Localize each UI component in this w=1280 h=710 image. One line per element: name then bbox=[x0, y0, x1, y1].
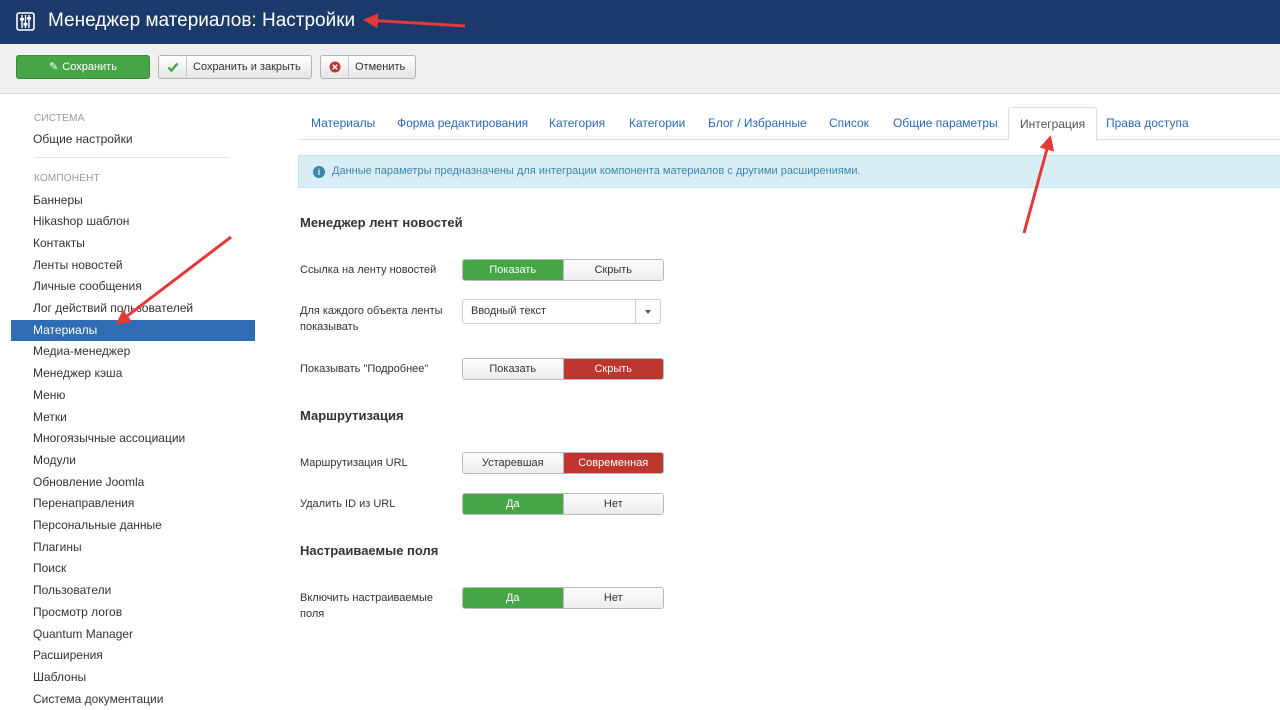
url-routing-legacy[interactable]: Устаревшая bbox=[463, 453, 563, 473]
chevron-down-icon[interactable] bbox=[635, 300, 660, 323]
sidebar-item[interactable]: Меню bbox=[11, 385, 255, 406]
tab-articles[interactable]: Материалы bbox=[311, 107, 375, 140]
tab-shared[interactable]: Общие параметры bbox=[893, 107, 998, 140]
sidebar-item[interactable]: Медиа-менеджер bbox=[11, 341, 255, 362]
readmore-hide[interactable]: Скрыть bbox=[562, 359, 663, 379]
sidebar-item[interactable]: Система документации bbox=[11, 689, 255, 710]
info-alert-text: Данные параметры предназначены для интег… bbox=[332, 165, 861, 177]
sidebar-item[interactable]: Шаблоны bbox=[11, 667, 255, 688]
sidebar-item[interactable]: Метки bbox=[11, 407, 255, 428]
cancel-button[interactable]: Отменить bbox=[320, 55, 416, 79]
sidebar-heading-component: КОМПОНЕНТ bbox=[34, 173, 100, 184]
sidebar-divider bbox=[34, 157, 230, 158]
field-label-enable-fields: Включить настраиваемые поля bbox=[300, 592, 434, 620]
save-close-button[interactable]: Сохранить и закрыть bbox=[158, 55, 312, 79]
sidebar-item[interactable]: Модули bbox=[11, 450, 255, 471]
sidebar-item[interactable]: Персональные данные bbox=[11, 515, 255, 536]
enable-fields-toggle: Да Нет bbox=[462, 587, 664, 609]
page-title: Менеджер материалов: Настройки bbox=[48, 10, 356, 31]
sidebar-heading-system: СИСТЕМА bbox=[34, 113, 85, 124]
app-header: Менеджер материалов: Настройки bbox=[0, 0, 1280, 44]
check-icon bbox=[159, 56, 187, 78]
remove-id-toggle: Да Нет bbox=[462, 493, 664, 515]
sidebar-item[interactable]: Пользователи bbox=[11, 580, 255, 601]
tab-list[interactable]: Список bbox=[829, 107, 869, 140]
sidebar-item[interactable]: Плагины bbox=[11, 537, 255, 558]
sidebar-item[interactable]: Поиск bbox=[11, 558, 255, 579]
sidebar-item[interactable]: Обновление Joomla bbox=[11, 472, 255, 493]
feed-link-show[interactable]: Показать bbox=[463, 260, 563, 280]
toolbar: ✎ Сохранить Сохранить и закрыть Отменить bbox=[0, 44, 1280, 94]
sidebar-item[interactable]: Многоязычные ассоциации bbox=[11, 428, 255, 449]
url-routing-toggle: Устаревшая Современная bbox=[462, 452, 664, 474]
readmore-show[interactable]: Показать bbox=[463, 359, 563, 379]
info-icon: i bbox=[313, 166, 325, 178]
enable-fields-no[interactable]: Нет bbox=[562, 588, 663, 608]
tab-permissions[interactable]: Права доступа bbox=[1106, 107, 1189, 140]
field-label-feed-link: Ссылка на ленту новостей bbox=[300, 264, 437, 276]
field-label-remove-id: Удалить ID из URL bbox=[300, 498, 396, 510]
tab-category[interactable]: Категория bbox=[549, 107, 605, 140]
sidebar-item[interactable]: Контакты bbox=[11, 233, 255, 254]
feed-show-select-value: Вводный текст bbox=[471, 305, 547, 317]
sliders-icon bbox=[16, 12, 35, 31]
sidebar-item[interactable]: Баннеры bbox=[11, 190, 255, 211]
cancel-label: Отменить bbox=[355, 61, 406, 73]
sidebar-item[interactable]: Ленты новостей bbox=[11, 255, 255, 276]
sidebar-item-active[interactable]: Материалы bbox=[11, 319, 255, 341]
cancel-icon bbox=[321, 56, 349, 78]
sidebar-item[interactable]: Расширения bbox=[11, 645, 255, 666]
info-alert: i Данные параметры предназначены для инт… bbox=[298, 155, 1280, 188]
edit-icon: ✎ bbox=[49, 61, 59, 73]
section-title-feeds: Менеджер лент новостей bbox=[300, 215, 463, 230]
sidebar-item[interactable]: Лог действий пользователей bbox=[11, 298, 255, 319]
feed-link-hide[interactable]: Скрыть bbox=[562, 260, 663, 280]
section-title-custom-fields: Настраиваемые поля bbox=[300, 543, 439, 558]
sidebar-item[interactable]: Просмотр логов bbox=[11, 602, 255, 623]
tab-edit-form[interactable]: Форма редактирования bbox=[397, 107, 528, 140]
sidebar-item[interactable]: Перенаправления bbox=[11, 493, 255, 514]
url-routing-modern[interactable]: Современная bbox=[562, 453, 663, 473]
save-button-label: Сохранить bbox=[62, 61, 117, 73]
readmore-toggle: Показать Скрыть bbox=[462, 358, 664, 380]
feed-show-select[interactable]: Вводный текст bbox=[462, 299, 661, 324]
field-label-url-routing: Маршрутизация URL bbox=[300, 457, 408, 469]
section-title-routing: Маршрутизация bbox=[300, 408, 404, 423]
sidebar-item-general-settings[interactable]: Общие настройки bbox=[11, 129, 255, 150]
remove-id-no[interactable]: Нет bbox=[562, 494, 663, 514]
enable-fields-yes[interactable]: Да bbox=[463, 588, 563, 608]
sidebar-item[interactable]: Hikashop шаблон bbox=[11, 211, 255, 232]
sidebar: СИСТЕМА Общие настройки КОМПОНЕНТ Баннер… bbox=[0, 94, 270, 706]
tab-bar: Материалы Форма редактирования Категория… bbox=[298, 107, 1280, 141]
remove-id-yes[interactable]: Да bbox=[463, 494, 563, 514]
save-button[interactable]: ✎ Сохранить bbox=[16, 55, 150, 79]
sidebar-item[interactable]: Менеджер кэша bbox=[11, 363, 255, 384]
save-close-label: Сохранить и закрыть bbox=[193, 61, 301, 73]
sidebar-item[interactable]: Quantum Manager bbox=[11, 624, 255, 645]
field-label-readmore: Показывать "Подробнее" bbox=[300, 363, 429, 375]
field-label-feed-show: Для каждого объекта ленты показывать bbox=[300, 305, 443, 333]
tab-blog-featured[interactable]: Блог / Избранные bbox=[708, 107, 807, 140]
feed-link-toggle: Показать Скрыть bbox=[462, 259, 664, 281]
tab-categories[interactable]: Категории bbox=[629, 107, 685, 140]
tab-integration[interactable]: Интеграция bbox=[1008, 107, 1098, 141]
sidebar-item[interactable]: Личные сообщения bbox=[11, 276, 255, 297]
